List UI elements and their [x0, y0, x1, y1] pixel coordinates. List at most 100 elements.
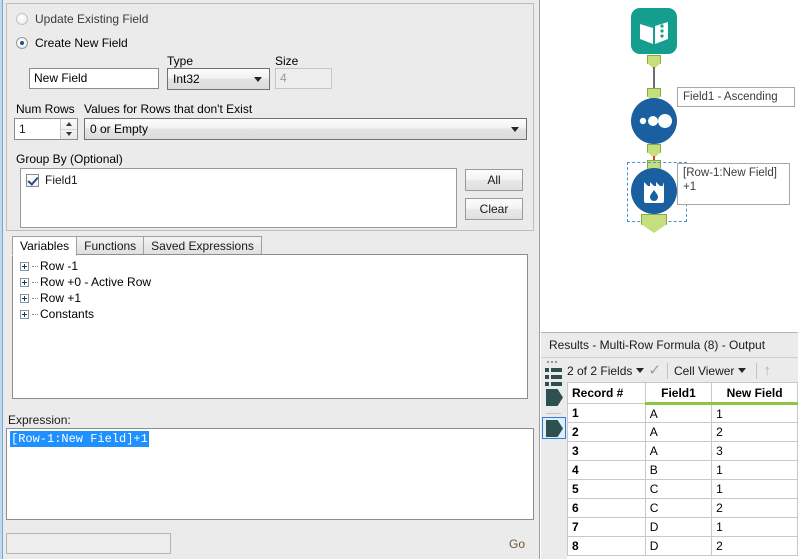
tree-item-row-plus-0[interactable]: Row +0 - Active Row — [13, 274, 527, 290]
num-rows-stepper-buttons[interactable] — [60, 119, 77, 139]
cell-record-number[interactable]: 8 — [567, 536, 646, 556]
cell-new-field[interactable]: 2 — [711, 498, 798, 518]
new-field-name-input[interactable]: New Field — [29, 68, 159, 89]
tab-variables[interactable]: Variables — [12, 236, 78, 256]
tab-functions[interactable]: Functions — [76, 236, 145, 255]
cell-new-field[interactable]: 3 — [711, 441, 798, 461]
select-all-button[interactable]: All — [465, 169, 523, 191]
output-anchor-input-data[interactable] — [647, 55, 661, 69]
panel-edge-strip — [0, 0, 3, 559]
type-dropdown[interactable]: Int32 — [167, 68, 270, 90]
cell-new-field[interactable]: 1 — [711, 460, 798, 480]
group-by-item-label: Field1 — [45, 173, 78, 187]
tab-saved-expressions[interactable]: Saved Expressions — [143, 236, 262, 255]
checkmark-icon[interactable]: ✓ — [648, 363, 661, 378]
arrow-up-icon[interactable]: ↑ — [763, 363, 771, 378]
cell-new-field[interactable]: 1 — [711, 403, 798, 423]
book-icon-glyph — [640, 22, 668, 44]
values-missing-dropdown[interactable]: 0 or Empty — [84, 118, 527, 140]
table-row[interactable]: 4B1 — [567, 460, 798, 480]
helper-tabstrip: Variables Functions Saved Expressions — [12, 236, 262, 256]
radio-update-existing-field[interactable]: Update Existing Field — [16, 12, 148, 26]
expand-plus-icon[interactable] — [20, 277, 29, 287]
type-label: Type — [167, 54, 194, 68]
tree-item-constants[interactable]: Constants — [13, 306, 527, 322]
cell-field1[interactable]: C — [644, 479, 713, 499]
go-button[interactable]: Go — [500, 534, 534, 554]
size-input: 4 — [275, 68, 332, 89]
cell-field1[interactable]: C — [644, 498, 713, 518]
results-tab-messages-icon[interactable] — [546, 389, 563, 406]
cell-record-number[interactable]: 6 — [567, 498, 646, 518]
clear-selection-button[interactable]: Clear — [465, 198, 523, 220]
cell-field1[interactable]: B — [644, 460, 713, 480]
cell-record-number[interactable]: 2 — [567, 422, 646, 442]
results-tab-data-selected[interactable] — [542, 417, 566, 439]
num-rows-label: Num Rows — [16, 102, 75, 116]
table-row[interactable]: 3A3 — [567, 441, 798, 461]
workflow-canvas[interactable]: Field1 - Ascending [Row-1:New Field] +1 — [541, 0, 798, 332]
stepper-up-icon[interactable] — [61, 119, 77, 130]
cell-record-number[interactable]: 3 — [567, 441, 646, 461]
input-anchor-sort[interactable] — [647, 88, 661, 102]
node-input-data[interactable] — [631, 8, 677, 54]
tree-connector — [32, 281, 38, 283]
viewer-selector-label[interactable]: Cell Viewer — [674, 364, 734, 378]
cell-new-field[interactable]: 2 — [711, 536, 798, 556]
tree-item-row-minus-1[interactable]: Row -1 — [13, 258, 527, 274]
radio-create-new-field[interactable]: Create New Field — [16, 36, 128, 50]
num-rows-stepper[interactable]: 1 — [14, 118, 78, 140]
group-by-item-field1[interactable]: Field1 — [21, 169, 456, 187]
output-anchor-sort[interactable] — [647, 144, 661, 158]
cell-record-number[interactable]: 1 — [567, 403, 646, 423]
table-row[interactable]: 8D2 — [567, 536, 798, 556]
output-anchor-formula[interactable] — [641, 214, 667, 233]
group-by-field-list[interactable]: Field1 — [20, 168, 457, 228]
alteryx-multi-row-formula-window: Update Existing Field Create New Field T… — [0, 0, 798, 559]
cell-field1[interactable]: D — [644, 517, 713, 537]
table-row[interactable]: 6C2 — [567, 498, 798, 518]
radio-update-existing-label: Update Existing Field — [35, 12, 149, 26]
node-sort[interactable] — [631, 98, 677, 144]
field-list-icon[interactable] — [545, 368, 562, 389]
expand-plus-icon[interactable] — [20, 309, 29, 319]
tree-item-label: Row +1 — [40, 291, 82, 305]
tree-item-row-plus-1[interactable]: Row +1 — [13, 290, 527, 306]
results-table-container[interactable]: Record # Field1 New Field 1A12A23A34B15C… — [567, 382, 798, 559]
cell-field1[interactable]: A — [644, 441, 713, 461]
sort-dots-icon-glyph — [639, 114, 672, 128]
cell-new-field[interactable]: 1 — [711, 517, 798, 537]
expand-plus-icon[interactable] — [20, 261, 29, 271]
table-row[interactable]: 2A2 — [567, 422, 798, 442]
cell-new-field[interactable]: 2 — [711, 422, 798, 442]
table-row[interactable]: 1A1 — [567, 403, 798, 423]
results-panel: Results - Multi-Row Formula (8) - Output… — [541, 332, 798, 559]
fields-selector-label[interactable]: 2 of 2 Fields — [567, 364, 632, 378]
table-row[interactable]: 7D1 — [567, 517, 798, 537]
table-row[interactable]: 5C1 — [567, 479, 798, 499]
expand-plus-icon[interactable] — [20, 293, 29, 303]
column-header-field1[interactable]: Field1 — [644, 382, 713, 405]
variables-tree[interactable]: Row -1 Row +0 - Active Row Row +1 Consta… — [12, 254, 528, 399]
cell-field1[interactable]: D — [644, 536, 713, 556]
cell-field1[interactable]: A — [644, 422, 713, 442]
grip-dots-icon[interactable] — [547, 361, 557, 363]
field-config-group: Update Existing Field Create New Field T… — [6, 3, 534, 231]
table-header-row: Record # Field1 New Field — [567, 382, 798, 405]
node-multi-row-formula[interactable] — [631, 168, 677, 214]
chevron-down-icon — [254, 77, 262, 82]
chevron-down-icon[interactable] — [738, 368, 747, 373]
column-header-record[interactable]: Record # — [567, 382, 646, 404]
chevron-down-icon[interactable] — [636, 368, 645, 373]
cell-record-number[interactable]: 5 — [567, 479, 646, 499]
toolbar-separator — [666, 362, 668, 379]
configuration-panel: Update Existing Field Create New Field T… — [0, 0, 540, 559]
cell-record-number[interactable]: 4 — [567, 460, 646, 480]
column-header-new-field[interactable]: New Field — [711, 382, 798, 405]
cell-record-number[interactable]: 7 — [567, 517, 646, 537]
stepper-down-icon[interactable] — [61, 130, 77, 140]
cell-new-field[interactable]: 1 — [711, 479, 798, 499]
cell-field1[interactable]: A — [644, 403, 713, 423]
expression-editor[interactable]: [Row-1:New Field]+1 — [6, 428, 534, 520]
checkbox-icon[interactable] — [26, 173, 39, 187]
